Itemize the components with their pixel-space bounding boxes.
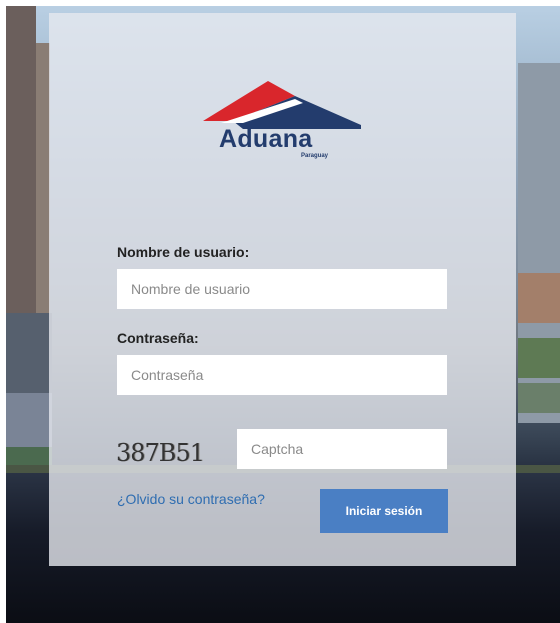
username-label: Nombre de usuario: [117, 244, 250, 260]
password-input[interactable] [117, 355, 447, 395]
logo-country-text: Paraguay [301, 153, 329, 159]
background-building [518, 273, 560, 323]
background-trees [518, 338, 560, 378]
captcha-image: 387B51 [116, 439, 205, 467]
password-label: Contraseña: [117, 330, 199, 346]
logo-roof-icon [203, 81, 361, 129]
background-building [6, 313, 52, 393]
background-trees [518, 383, 560, 413]
background-building [6, 393, 52, 453]
aduana-logo: Aduana Paraguay [203, 81, 363, 163]
login-button[interactable]: Iniciar sesión [320, 489, 448, 533]
login-card: Aduana Paraguay Nombre de usuario: Contr… [49, 13, 516, 566]
captcha-input[interactable] [237, 429, 447, 469]
forgot-password-link[interactable]: ¿Olvido su contraseña? [117, 491, 265, 507]
logo-brand-text: Aduana [219, 125, 313, 153]
username-input[interactable] [117, 269, 447, 309]
